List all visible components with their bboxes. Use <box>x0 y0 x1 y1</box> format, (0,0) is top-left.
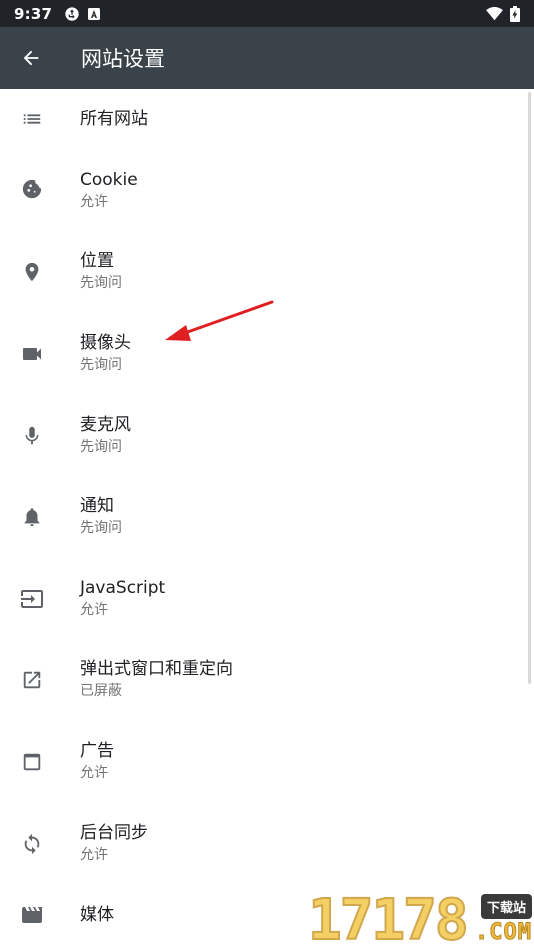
setting-media[interactable]: 媒体 <box>0 883 534 950</box>
setting-subtitle: 已屏蔽 <box>80 683 122 699</box>
setting-subtitle: 先询问 <box>80 357 122 373</box>
sync-icon <box>64 6 80 22</box>
list-icon <box>20 107 44 131</box>
setting-subtitle: 允许 <box>80 602 108 618</box>
battery-charging-icon <box>510 5 520 22</box>
setting-title: 位置 <box>80 251 114 271</box>
cookie-icon <box>20 177 44 201</box>
setting-javascript[interactable]: JavaScript 允许 <box>0 557 534 638</box>
location-pin-icon <box>20 260 44 284</box>
setting-title: 摄像头 <box>80 333 131 353</box>
setting-location[interactable]: 位置 先询问 <box>0 230 534 312</box>
setting-microphone[interactable]: 麦克风 先询问 <box>0 394 534 475</box>
setting-title: 所有网站 <box>80 109 148 129</box>
input-arrow-icon <box>20 587 44 611</box>
setting-subtitle: 先询问 <box>80 439 122 455</box>
setting-subtitle: 允许 <box>80 194 108 210</box>
setting-title: 弹出式窗口和重定向 <box>80 659 233 679</box>
setting-subtitle: 允许 <box>80 847 108 863</box>
bell-icon <box>20 505 44 529</box>
a-badge-icon <box>88 7 101 20</box>
page-title: 网站设置 <box>81 47 165 71</box>
sync-arrows-icon <box>20 832 44 856</box>
scrollbar[interactable] <box>528 92 531 684</box>
videocam-icon <box>20 342 44 366</box>
setting-ads[interactable]: 广告 允许 <box>0 720 534 802</box>
arrow-left-icon <box>23 50 39 66</box>
setting-title: 通知 <box>80 496 114 516</box>
setting-background-sync[interactable]: 后台同步 允许 <box>0 802 534 883</box>
wifi-icon <box>486 6 503 21</box>
status-time: 9:37 <box>14 4 53 23</box>
setting-title: JavaScript <box>80 578 166 598</box>
setting-subtitle: 先询问 <box>80 520 122 536</box>
setting-title: Cookie <box>80 170 138 190</box>
mic-icon <box>20 424 44 448</box>
open-in-new-icon <box>20 668 44 692</box>
status-bar: 9:37 <box>0 0 534 27</box>
window-icon <box>20 750 44 774</box>
setting-title: 麦克风 <box>80 415 131 435</box>
setting-subtitle: 先询问 <box>80 275 122 291</box>
clapperboard-icon <box>20 903 44 927</box>
setting-title: 后台同步 <box>80 823 148 843</box>
setting-cookie[interactable]: Cookie 允许 <box>0 149 534 230</box>
setting-title: 广告 <box>80 741 114 761</box>
setting-notifications[interactable]: 通知 先询问 <box>0 475 534 557</box>
app-bar: 网站设置 <box>0 27 534 89</box>
setting-subtitle: 允许 <box>80 765 108 781</box>
setting-all-sites[interactable]: 所有网站 <box>0 89 534 149</box>
back-button[interactable] <box>0 27 62 89</box>
setting-title: 媒体 <box>80 905 114 925</box>
setting-popups[interactable]: 弹出式窗口和重定向 已屏蔽 <box>0 638 534 720</box>
setting-camera[interactable]: 摄像头 先询问 <box>0 312 534 394</box>
